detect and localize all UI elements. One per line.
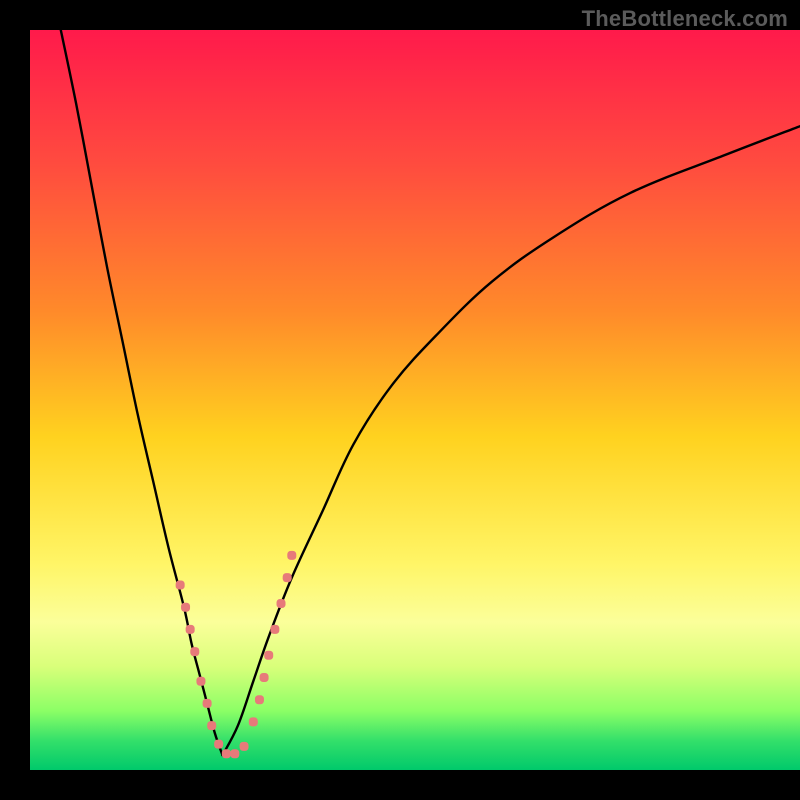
data-marker [255,695,264,704]
data-marker [181,603,190,612]
data-marker [260,673,269,682]
data-marker [203,699,212,708]
data-marker [230,749,239,758]
data-marker [283,573,292,582]
data-marker [196,677,205,686]
data-marker [176,581,185,590]
chart-stage: TheBottleneck.com [0,0,800,800]
watermark-text: TheBottleneck.com [582,6,788,32]
data-marker [249,717,258,726]
data-marker [186,625,195,634]
data-marker [190,647,199,656]
data-marker [287,551,296,560]
data-marker [277,599,286,608]
data-marker [240,742,249,751]
data-marker [270,625,279,634]
data-marker [264,651,273,660]
bottleneck-chart [0,0,800,800]
data-marker [214,740,223,749]
data-marker [222,749,231,758]
data-marker [207,721,216,730]
